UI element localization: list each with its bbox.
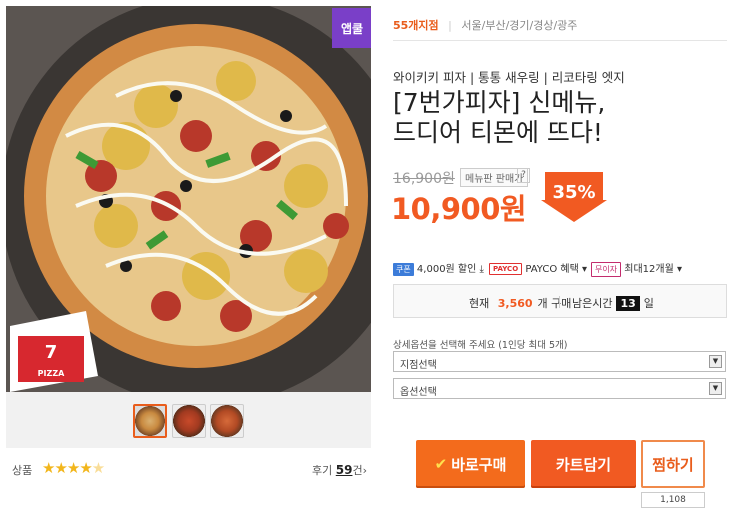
days-suffix: 일 [643,297,654,310]
buyers-status: 현재 3,560 개 구매 [469,295,571,311]
discount-badge: 35% [541,172,613,222]
pizza-image: 7 PIZZA [6,6,371,392]
thumbnail-3[interactable] [210,404,244,438]
buy-now-button[interactable]: ✔ 바로구매 [416,440,525,488]
chevron-down-icon: ▾ [677,264,683,275]
buy-now-label: 바로구매 [451,455,507,474]
star-rating: ★★★★★ [42,459,105,477]
chevron-down-icon: ▾ [581,264,588,275]
payco-benefit[interactable]: PAYCO PAYCO 혜택 ▾ [489,260,587,275]
benefits-row: 쿠폰 4,000원 할인 ⤓ PAYCO PAYCO 혜택 ▾ 무이자 최대12… [393,258,727,277]
product-subtitle: 와이키키 피자 | 통통 새우링 | 리코타링 엣지 [393,70,625,85]
coupon-text: 4,000원 할인 [416,264,477,275]
title-line-2: 드디어 티몬에 뜨다! [393,118,603,147]
svg-text:PIZZA: PIZZA [38,369,65,378]
product-title: [7번가피자] 신메뉴, 드디어 티몬에 뜨다! [393,88,727,148]
dropdown-arrow-icon[interactable]: ▼ [709,382,722,395]
payco-logo: PAYCO [489,263,523,275]
sale-price: 10,900원 [391,192,527,226]
thumbnail-2[interactable] [172,404,206,438]
now-label: 현재 [469,297,490,310]
payco-text: PAYCO 혜택 [525,264,579,275]
branch-select[interactable]: 지점선택 ▼ [393,351,726,372]
option-instructions: 상세옵션을 선택해 주세요 (1인당 최대 5개) [393,340,568,351]
option-select[interactable]: 옵션선택 ▼ [393,378,726,399]
wishlist-label: 찜하기 [652,455,694,474]
no-interest-benefit[interactable]: 무이자 최대12개월 ▾ [591,260,682,277]
divider: | [448,19,452,32]
download-icon[interactable]: ⤓ [480,264,484,275]
thumbnail-1[interactable] [133,404,167,438]
buyer-suffix: 개 구매 [537,297,572,310]
divider [559,296,560,308]
add-to-cart-label: 카트담기 [555,455,612,474]
title-line-1: [7번가피자] 신메뉴, [393,88,606,117]
review-link[interactable]: 후기 59건› [312,462,367,478]
add-to-cart-button[interactable]: 카트담기 [531,440,636,488]
remaining-time: 남은시간 13 일 [572,295,654,311]
option-select-value: 옵션선택 [400,387,437,398]
wishlist-button[interactable]: 찜하기 [641,440,705,488]
buyer-count: 3,560 [497,297,533,310]
review-label: 후기 [312,464,333,477]
no-interest-text: 최대12개월 [624,264,674,275]
check-icon: ✔ [434,455,448,473]
deal-status-box: 현재 3,560 개 구매 남은시간 13 일 [393,284,727,318]
rating-label: 상품 [12,464,33,477]
branch-cities: 서울/부산/경기/경상/광주 [461,19,578,32]
wishlist-count: 1,108 [641,492,705,508]
branch-select-value: 지점선택 [400,360,437,371]
help-icon[interactable]: ? [517,168,530,183]
app-cool-badge[interactable]: 앱쿨 [332,8,371,48]
svg-text:7: 7 [45,342,58,363]
location-row[interactable]: 55개지점 | 서울/부산/경기/경상/광주 [393,17,577,33]
dropdown-arrow-icon[interactable]: ▼ [709,355,722,368]
remaining-days: 13 [616,296,640,311]
remain-label: 남은시간 [572,297,613,310]
coupon-benefit[interactable]: 쿠폰 4,000원 할인 ⤓ [393,260,484,276]
discount-percent: 35% [552,182,596,203]
review-suffix: 건 [352,464,363,477]
branch-count: 55개지점 [393,19,439,32]
rating-row: 상품 ★★★★★ 후기 59건› [6,458,371,482]
product-main-image: 7 PIZZA 앱쿨 [6,6,371,392]
divider-line [393,40,727,41]
review-count[interactable]: 59 [336,463,353,477]
no-interest-tag: 무이자 [591,261,622,277]
original-price: 16,900원 [393,171,455,187]
coupon-tag: 쿠폰 [393,262,414,276]
